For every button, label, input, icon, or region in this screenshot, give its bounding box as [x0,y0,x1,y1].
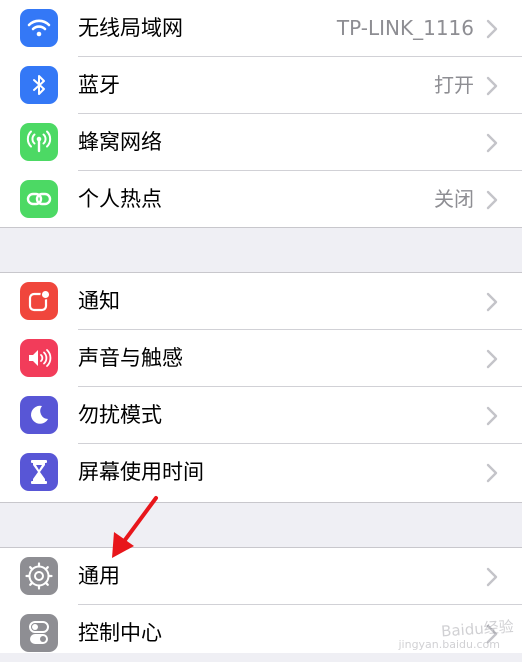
notification-badge-icon [20,282,58,320]
row-general[interactable]: 通用 [0,548,522,605]
chevron-right-icon [486,406,498,426]
chevron-right-icon [486,190,498,210]
row-bluetooth[interactable]: 蓝牙 打开 [0,57,522,114]
row-label: 勿扰模式 [78,403,162,427]
row-notifications[interactable]: 通知 [0,273,522,330]
row-cellular[interactable]: 蜂窝网络 [0,114,522,171]
group-divider [0,502,522,503]
annotation-arrow [112,496,158,558]
row-label: 控制中心 [78,621,162,645]
row-label: 通知 [78,289,120,313]
row-hotspot[interactable]: 个人热点 关闭 [0,171,522,228]
moon-icon [20,396,58,434]
watermark-url: jingyan.baidu.com [398,638,500,651]
hourglass-icon [20,453,58,491]
row-wifi[interactable]: 无线局域网 TP-LINK_1116 [0,0,522,57]
row-sounds[interactable]: 声音与触感 [0,330,522,387]
chevron-right-icon [486,292,498,312]
wifi-network-value: TP-LINK_1116 [336,16,474,40]
toggles-icon [20,614,58,652]
chevron-right-icon [486,133,498,153]
chevron-right-icon [486,463,498,483]
settings-group-notifications: 通知 声音与触感 勿扰模式 屏幕使用时间 [0,273,522,502]
settings-group-connectivity: 无线局域网 TP-LINK_1116 蓝牙 打开 蜂窝网络 个人热点 关闭 [0,0,522,227]
speaker-icon [20,339,58,377]
row-label: 声音与触感 [78,346,183,370]
link-icon [20,180,58,218]
row-label: 蓝牙 [78,73,120,97]
row-label: 个人热点 [78,187,162,211]
gear-icon [20,557,58,595]
bluetooth-icon [20,66,58,104]
chevron-right-icon [486,567,498,587]
antenna-icon [20,123,58,161]
chevron-right-icon [486,76,498,96]
row-do-not-disturb[interactable]: 勿扰模式 [0,387,522,444]
group-divider [0,227,522,228]
chevron-right-icon [486,349,498,369]
bluetooth-status-value: 打开 [434,73,474,97]
row-screen-time[interactable]: 屏幕使用时间 [0,444,522,501]
hotspot-status-value: 关闭 [434,187,474,211]
row-label: 无线局域网 [78,16,183,40]
row-label: 蜂窝网络 [78,130,162,154]
chevron-right-icon [486,19,498,39]
wifi-icon [20,9,58,47]
